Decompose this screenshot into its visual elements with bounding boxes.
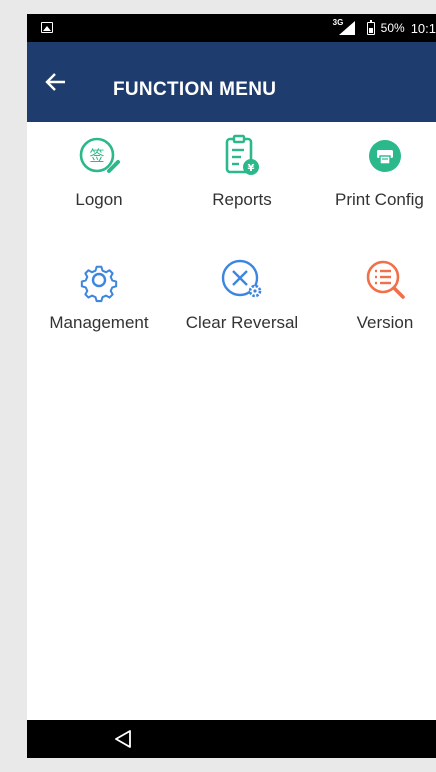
navigation-bar: [27, 720, 436, 758]
menu-item-version[interactable]: Version: [320, 257, 436, 347]
menu-item-label: Management: [49, 313, 149, 332]
menu-item-clear-reversal[interactable]: Clear Reversal: [177, 257, 307, 347]
printer-icon: [362, 134, 408, 180]
nav-back-triangle-icon[interactable]: [111, 728, 135, 750]
svg-text:¥: ¥: [248, 163, 255, 174]
page-title: FUNCTION MENU: [113, 79, 277, 100]
menu-item-reports[interactable]: ¥ Reports: [177, 134, 307, 224]
device-screen: 3G 50% 10:1 FUNCTION MENU 签 Logon ¥ Repo…: [27, 14, 436, 758]
menu-item-label: Logon: [75, 190, 123, 209]
menu-item-label: Clear Reversal: [185, 313, 299, 332]
image-notification-icon: [41, 22, 53, 33]
menu-item-label: Version: [356, 313, 414, 332]
clock: 10:1: [410, 20, 436, 36]
menu-item-print-config[interactable]: Print Config: [325, 134, 436, 224]
svg-text:签: 签: [89, 147, 104, 165]
gear-icon: [76, 257, 122, 303]
menu-item-logon[interactable]: 签 Logon: [34, 134, 164, 224]
battery-icon: [366, 19, 375, 35]
logon-sign-icon: 签: [76, 134, 122, 180]
menu-item-management[interactable]: Management: [34, 257, 164, 347]
back-arrow-icon[interactable]: [43, 70, 71, 94]
menu-item-label: Print Config: [335, 190, 424, 209]
status-bar: 3G 50% 10:1: [27, 14, 436, 42]
app-bar: FUNCTION MENU: [27, 42, 436, 122]
clear-reversal-icon: [219, 257, 265, 303]
reports-clipboard-icon: ¥: [219, 134, 265, 180]
battery-percent: 50%: [380, 21, 405, 35]
menu-item-label: Reports: [212, 190, 272, 209]
version-search-icon: [362, 257, 408, 303]
status-indicators: 3G 50% 10:1: [333, 18, 436, 37]
signal-icon: 3G: [333, 18, 357, 36]
